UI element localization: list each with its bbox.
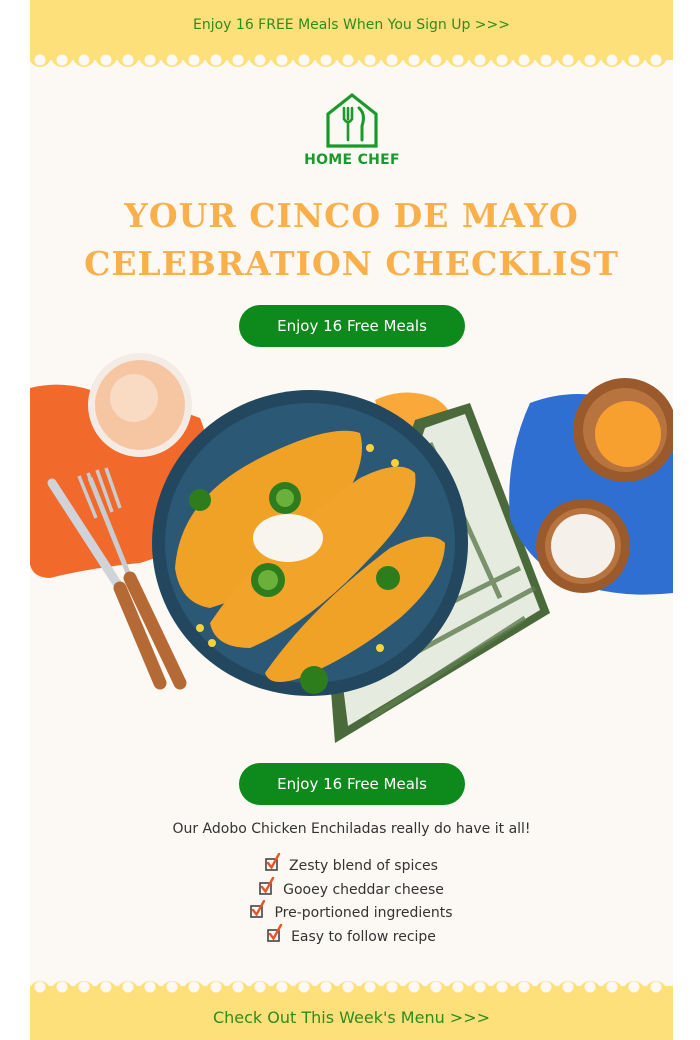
scallop-border-top <box>30 48 667 67</box>
sour-cream-bowl <box>536 499 630 593</box>
scallop-border-bottom <box>30 981 667 1000</box>
checkbox-checked-icon <box>265 853 281 871</box>
checklist-label: Easy to follow recipe <box>291 928 436 945</box>
signup-banner-link[interactable]: Enjoy 16 FREE Meals When You Sign Up >>> <box>193 17 510 33</box>
house-fork-knife-icon <box>326 92 378 148</box>
checklist-label: Zesty blend of spices <box>289 858 438 874</box>
headline-line-1: YOUR CINCO DE MAYO <box>124 196 579 235</box>
footer-banner: Check Out This Week's Menu >>> <box>30 972 673 1040</box>
drink-glass <box>88 353 192 457</box>
email-body: Enjoy 16 FREE Meals When You Sign Up >>>… <box>30 0 673 1040</box>
logo-text: HOME CHEF <box>304 152 400 168</box>
checkbox-checked-icon <box>250 900 266 918</box>
list-item: Pre-portioned ingredients <box>30 900 673 926</box>
checkbox-checked-icon <box>259 876 275 895</box>
enchilada-plate-image[interactable] <box>30 348 673 748</box>
enjoy-free-meals-button-top[interactable]: Enjoy 16 Free Meals <box>239 305 465 347</box>
list-item: Gooey cheddar cheese <box>30 876 673 903</box>
list-item: Zesty blend of spices <box>30 853 673 879</box>
enchilada-plate <box>152 390 468 696</box>
feature-checklist: Zesty blend of spices Gooey cheddar chee… <box>30 853 673 950</box>
checklist-label: Gooey cheddar cheese <box>283 881 444 898</box>
headline-line-2: CELEBRATION CHECKLIST <box>84 244 619 283</box>
checkbox-checked-icon <box>267 923 283 942</box>
list-item: Easy to follow recipe <box>30 923 673 950</box>
checklist-label: Pre-portioned ingredients <box>274 905 453 921</box>
intro-text: Our Adobo Chicken Enchiladas really do h… <box>172 821 531 837</box>
weekly-menu-link[interactable]: Check Out This Week's Menu >>> <box>30 1008 673 1027</box>
cheese-bowl <box>573 378 673 482</box>
enjoy-free-meals-button-bottom[interactable]: Enjoy 16 Free Meals <box>239 763 465 805</box>
page-headline: YOUR CINCO DE MAYO CELEBRATION CHECKLIST <box>30 192 673 288</box>
home-chef-logo[interactable]: HOME CHEF <box>300 92 404 170</box>
